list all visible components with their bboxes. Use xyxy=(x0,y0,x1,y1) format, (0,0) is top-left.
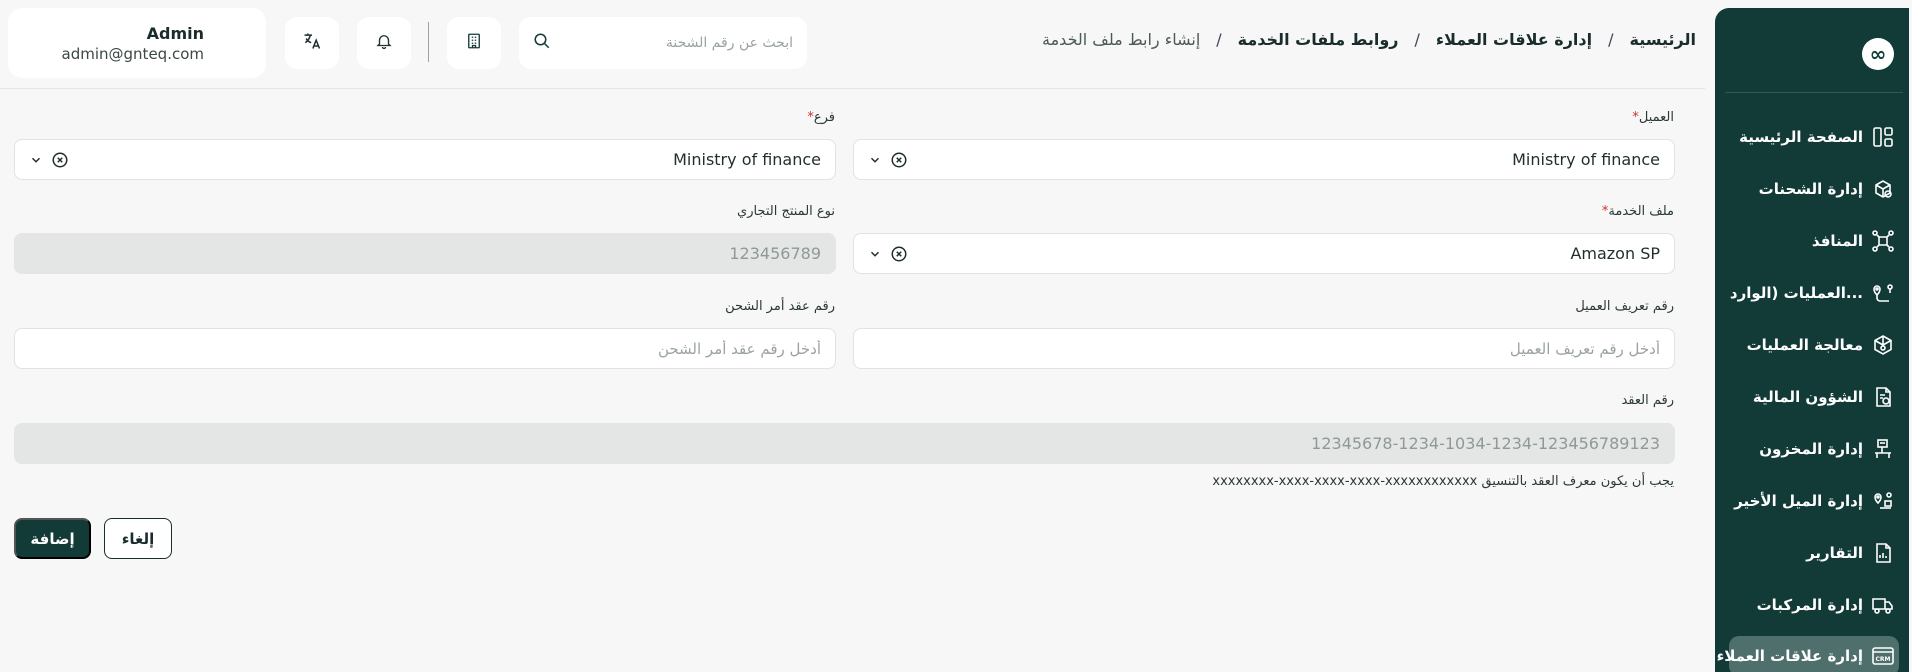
clear-icon[interactable] xyxy=(890,245,908,263)
shipment-search xyxy=(519,17,807,69)
product-type-field: 123456789 xyxy=(14,233,836,274)
shipping-order-label: رقم عقد أمر الشحن xyxy=(725,299,835,314)
last-mile-icon xyxy=(1871,489,1895,513)
service-profile-select[interactable]: Amazon SP xyxy=(853,233,1675,274)
building-icon xyxy=(465,32,483,54)
breadcrumb-home[interactable]: الرئيسية xyxy=(1630,30,1697,49)
sidebar-item-last-mile[interactable]: إدارة الميل الأخير xyxy=(1729,481,1899,521)
breadcrumb-separator: / xyxy=(1414,30,1420,49)
customer-select[interactable]: Ministry of finance xyxy=(853,139,1675,180)
sidebar-item-label: العمليات (الوارد... xyxy=(1729,284,1863,302)
clear-icon[interactable] xyxy=(51,151,69,169)
sidebar-divider xyxy=(1725,92,1903,93)
sidebar-item-finance[interactable]: الشؤون المالية xyxy=(1729,377,1899,417)
warehouse-icon xyxy=(1871,437,1895,461)
svg-text:CRM: CRM xyxy=(1876,656,1891,663)
contract-format-hint: يجب أن يكون معرف العقد بالتنسيق xxxxxxxx… xyxy=(1212,474,1674,489)
sidebar-item-label: الصفحة الرئيسية xyxy=(1739,128,1863,146)
header-divider-line xyxy=(0,88,1705,89)
branch-selector-button[interactable] xyxy=(447,17,501,69)
sidebar-item-processing[interactable]: معالجة العمليات xyxy=(1729,325,1899,365)
breadcrumb: الرئيسية / إدارة علاقات العملاء / روابط … xyxy=(1042,30,1696,49)
chevron-down-icon[interactable] xyxy=(868,247,882,261)
chevron-down-icon[interactable] xyxy=(868,153,882,167)
breadcrumb-service-links[interactable]: روابط ملفات الخدمة xyxy=(1238,30,1399,49)
sidebar-item-crm[interactable]: CRM إدارة علاقات العملاء xyxy=(1717,636,1899,672)
user-profile[interactable]: Admin admin@gnteq.com xyxy=(8,8,266,78)
service-profile-label: *ملف الخدمة xyxy=(1601,204,1674,219)
service-profile-value: Amazon SP xyxy=(1570,244,1660,263)
network-icon xyxy=(1871,229,1895,253)
sidebar-item-operations[interactable]: العمليات (الوارد... xyxy=(1729,273,1899,313)
contract-number-value: 12345678-1234-1034-1234-123456789123 xyxy=(1311,434,1660,453)
user-name: Admin xyxy=(146,23,204,43)
breadcrumb-separator: / xyxy=(1216,30,1222,49)
product-type-value: 123456789 xyxy=(729,244,821,263)
cancel-button[interactable]: إلغاء xyxy=(104,518,172,559)
branch-select[interactable]: Ministry of finance xyxy=(14,139,836,180)
sidebar-item-shipments[interactable]: إدارة الشحنات xyxy=(1729,169,1899,209)
customer-id-input[interactable] xyxy=(868,339,1660,358)
sidebar-item-label: التقارير xyxy=(1806,544,1863,562)
finance-doc-icon xyxy=(1871,385,1895,409)
sidebar-item-label: إدارة الميل الأخير xyxy=(1734,492,1863,510)
report-icon xyxy=(1871,541,1895,565)
sidebar-item-label: المنافذ xyxy=(1811,232,1863,250)
sidebar-item-ports[interactable]: المنافذ xyxy=(1729,221,1899,261)
header-divider xyxy=(428,22,429,62)
add-button[interactable]: إضافة xyxy=(14,518,91,559)
sidebar: ∞ الصفحة الرئيسية إدارة الشحنات المنافذ … xyxy=(1715,8,1909,672)
search-input[interactable] xyxy=(561,35,793,51)
customer-id-label: رقم تعريف العميل xyxy=(1575,299,1674,314)
translate-icon xyxy=(302,31,322,55)
search-icon[interactable] xyxy=(533,32,551,54)
clear-icon[interactable] xyxy=(890,151,908,169)
contract-number-label: رقم العقد xyxy=(1621,393,1674,408)
box-process-icon xyxy=(1871,333,1895,357)
branch-value: Ministry of finance xyxy=(673,150,821,169)
app-logo[interactable]: ∞ xyxy=(1862,38,1894,70)
crm-icon: CRM xyxy=(1871,644,1895,668)
breadcrumb-crm[interactable]: إدارة علاقات العملاء xyxy=(1436,30,1592,49)
sidebar-item-label: إدارة المركبات xyxy=(1756,596,1863,614)
sidebar-item-reports[interactable]: التقارير xyxy=(1729,533,1899,573)
sidebar-item-label: إدارة الشحنات xyxy=(1758,180,1863,198)
shipping-order-input[interactable] xyxy=(29,339,821,358)
user-email: admin@gnteq.com xyxy=(61,44,204,63)
truck-icon xyxy=(1871,593,1895,617)
breadcrumb-separator: / xyxy=(1608,30,1614,49)
language-button[interactable] xyxy=(285,17,339,69)
package-icon xyxy=(1871,177,1895,201)
branch-label: *فرع xyxy=(807,110,835,125)
product-type-label: نوع المنتج التجاري xyxy=(737,204,835,219)
sidebar-item-label: إدارة المخزون xyxy=(1759,440,1863,458)
sidebar-item-home[interactable]: الصفحة الرئيسية xyxy=(1729,117,1899,157)
bell-icon xyxy=(375,32,393,54)
customer-value: Ministry of finance xyxy=(1512,150,1660,169)
dashboard-icon xyxy=(1871,125,1895,149)
customer-id-field xyxy=(853,328,1675,369)
shipping-order-field xyxy=(14,328,836,369)
sidebar-item-label: الشؤون المالية xyxy=(1752,388,1863,406)
breadcrumb-current: إنشاء رابط ملف الخدمة xyxy=(1042,30,1201,49)
contract-number-field: 12345678-1234-1034-1234-123456789123 xyxy=(14,423,1675,464)
route-icon xyxy=(1871,281,1895,305)
sidebar-item-inventory[interactable]: إدارة المخزون xyxy=(1729,429,1899,469)
customer-label: *العميل xyxy=(1632,110,1674,125)
chevron-down-icon[interactable] xyxy=(29,153,43,167)
notifications-button[interactable] xyxy=(357,17,411,69)
sidebar-item-vehicles[interactable]: إدارة المركبات xyxy=(1729,585,1899,625)
sidebar-item-label: إدارة علاقات العملاء xyxy=(1716,647,1863,665)
sidebar-item-label: معالجة العمليات xyxy=(1746,336,1863,354)
